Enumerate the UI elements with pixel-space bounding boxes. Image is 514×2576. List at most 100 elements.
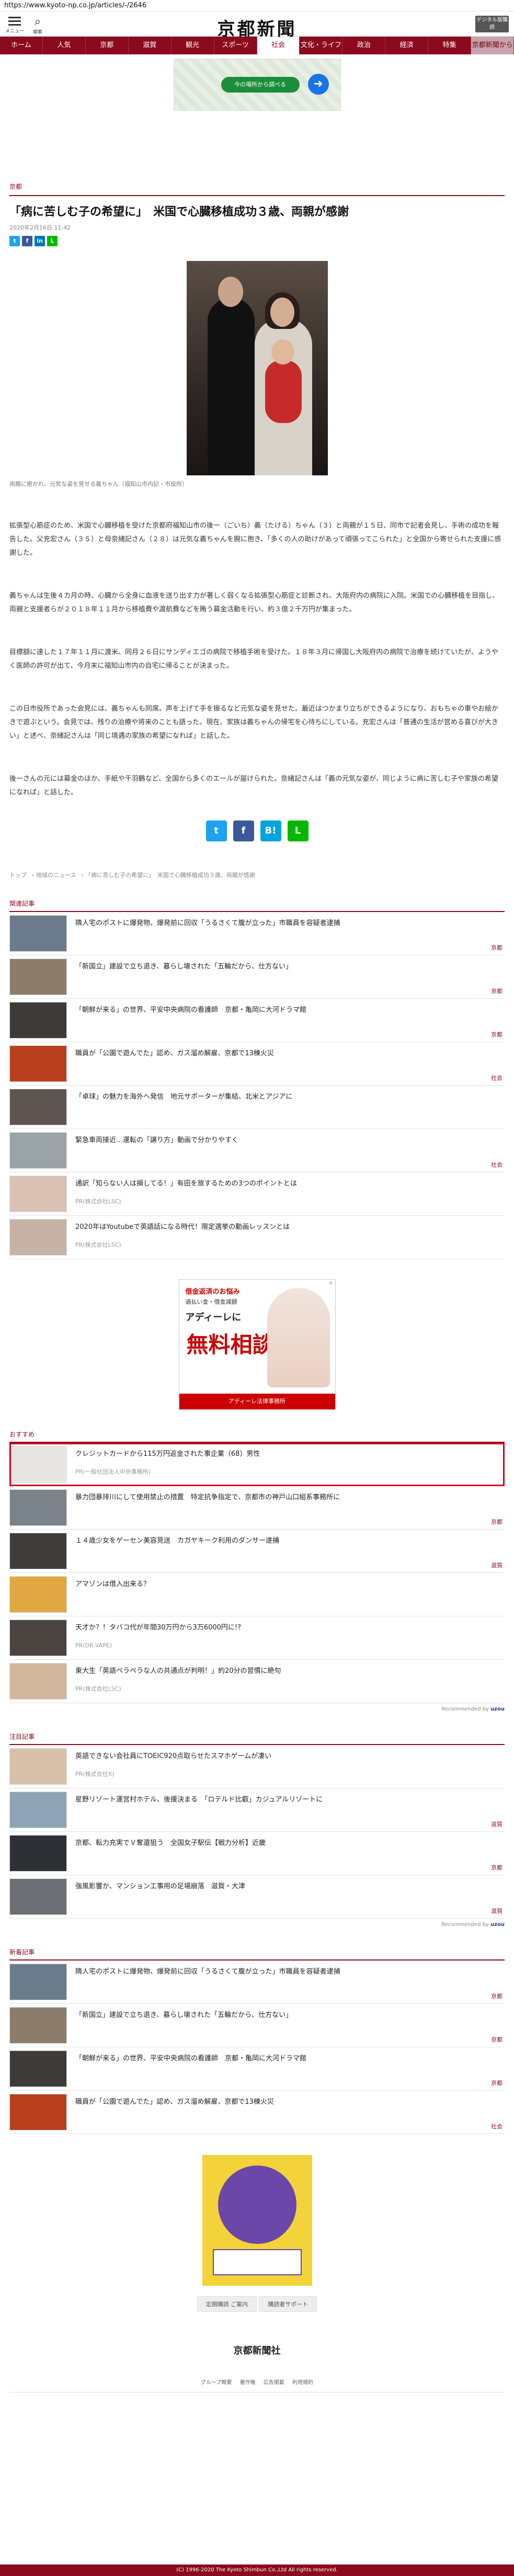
article-thumbnail: [9, 1089, 67, 1125]
footer-logo[interactable]: 京都新聞社: [9, 2343, 505, 2357]
linkedin-icon[interactable]: in: [35, 236, 45, 246]
subscription-info-button[interactable]: 定期購読 ご案内: [197, 2296, 257, 2312]
article-thumbnail: [9, 2007, 67, 2044]
ad-cta-button[interactable]: 今の場所から調べる: [221, 77, 300, 93]
article-paragraph: 目標額に達した１７年１１月に渡米、同月２６日にサンディエゴの病院で移植手術を受け…: [9, 648, 498, 670]
list-item[interactable]: 隣人宅のポストに爆発物、爆発前に回収「うるさくて腹が立った」市職員を容疑者逮捕京…: [9, 1961, 505, 2004]
footer-link[interactable]: 利用規約: [292, 2380, 313, 2386]
list-item[interactable]: 2020年はYoutubeで英語話になる時代！限定選挙の動画レッスンとは PR(株…: [9, 1216, 505, 1259]
footer-link[interactable]: 広告掲載: [264, 2380, 284, 2386]
list-item[interactable]: クレジットカードから115万円返金された事企業（68）男性 PR(一般社団法人中央…: [9, 1443, 505, 1486]
list-item[interactable]: 「新国立」建設で立ち退き、暮らし壊された「五輪だから、仕方ない」 京都: [9, 2004, 505, 2047]
list-item[interactable]: 職員が「公園で遊んでた」認め、ガス溜め解雇、京都で13棟火災 社会: [9, 2091, 505, 2134]
subscriber-support-button[interactable]: 購読者サポート: [259, 2296, 317, 2312]
site-header: メニュー ⌕ 検索 京都新聞 デジタル版購読: [0, 12, 514, 40]
featured-credit[interactable]: Recommended by uzou: [9, 1922, 505, 1928]
footer-link[interactable]: グループ概要: [201, 2380, 232, 2386]
list-item-title: 隣人宅のポストに爆発物、爆発前に回収「うるさくて腹が立った」市職員を容疑者逮捕: [75, 919, 340, 927]
article-thumbnail: [9, 1176, 67, 1212]
category-tag: 京都: [491, 1031, 502, 1038]
article-title: 「病に苦しむ子の希望に」 米国で心臓移植成功３歳、両親が感謝: [9, 206, 349, 219]
list-item[interactable]: 京都、転力充実でＶ奪還狙う 全国女子駅伝【戦力分析】近畿 京都: [9, 1832, 505, 1875]
list-item[interactable]: 「新国立」建設で立ち退き、暮らし壊された「五輪だから、仕方ない」 京都: [9, 955, 505, 999]
article-thumbnail: [9, 1002, 67, 1039]
ad-bottom-bar: アディーレ法律事務所: [179, 1394, 335, 1409]
pr-label: PR(株式会社LSC): [75, 1685, 121, 1692]
recommended-articles: おすすめ クレジットカードから115万円返金された事企業（68）男性 PR(一般社…: [9, 1430, 505, 1712]
line-icon[interactable]: L: [287, 820, 309, 841]
category-tag: 滋賀: [491, 1908, 502, 1914]
list-item-title: 職員が「公園で遊んでた」認め、ガス溜め解雇、京都で13棟火災: [75, 1050, 274, 1057]
subscribe-button[interactable]: デジタル版購読: [475, 16, 509, 32]
list-item-title-text: 通訳「知らない人は損してる！」有田を旅するための3つのポイントとは: [75, 1180, 297, 1188]
category-tag: 滋賀: [491, 1562, 502, 1569]
article-paragraph: 拡張型心筋症のため、米国で心臓移植を受けた京都府福知山市の後ー（ごいち）義（たけ…: [9, 522, 501, 557]
ad-graphic: [218, 2165, 296, 2244]
ad-line2: 過払い金・借金減額: [185, 1298, 237, 1305]
latest-heading: 新着記事: [9, 1947, 505, 1961]
site-logo[interactable]: 京都新聞: [0, 15, 514, 40]
facebook-icon[interactable]: f: [22, 236, 32, 246]
pr-label: PR(株式会社LSC): [75, 1241, 121, 1248]
article-thumbnail: [9, 1748, 67, 1785]
pr-label: PR(DR.VAPE): [75, 1642, 112, 1649]
bottom-display-ad[interactable]: [202, 2155, 312, 2286]
list-item[interactable]: １４歳少女をゲーセン美容見送 カガヤキーク利用のダンサー遂捕 滋賀: [9, 1530, 505, 1573]
browser-url[interactable]: https://www.kyoto-np.co.jp/articles/-/26…: [0, 0, 514, 12]
line-icon[interactable]: L: [47, 236, 58, 246]
ad-close-icon[interactable]: ✕: [328, 1281, 333, 1286]
top-banner-ad[interactable]: 今の場所から調べる ➜: [173, 59, 341, 111]
ad-text-panel: [212, 2249, 302, 2275]
list-item-title: 「卓球」の魅力を海外へ発信 地元サポーターが集結、北米とアジアに: [75, 1093, 293, 1101]
list-item-title-text: 英語できない会社員にTOEIC920点取らせたスマホゲームが凄い: [75, 1752, 272, 1760]
article-thumbnail: [9, 2094, 67, 2130]
mid-display-ad[interactable]: ✕ 借金返済のお悩み 過払い金・借金減額 アディーレに 無料相談 アディーレ法律…: [178, 1279, 336, 1410]
article-section-label[interactable]: 京都: [9, 182, 505, 196]
list-item-title: 暴力団暴排川にして使用禁止の措置 特定抗争指定で、京都市の神戸山口組系事務所に: [75, 1494, 340, 1501]
category-tag: 滋賀: [491, 1821, 502, 1828]
twitter-icon[interactable]: t: [9, 236, 20, 246]
article-thumbnail: [9, 1219, 67, 1256]
copyright-bar: (C) 1996-2020 The Kyoto Shimbun Co.,Ltd …: [0, 2564, 514, 2576]
list-item[interactable]: 暴力団暴排川にして使用禁止の措置 特定抗争指定で、京都市の神戸山口組系事務所に京…: [9, 1486, 505, 1530]
list-item[interactable]: 「朝鮮が来る」の世界、平安中央病院の看護師 京都・亀岡に大河ドラマ館 京都: [9, 999, 505, 1042]
category-tag: 京都: [491, 2080, 502, 2087]
list-item[interactable]: 強風影響か、マンション工事用の足場崩落 滋賀・大津滋賀: [9, 1875, 505, 1919]
hatena-bookmark-icon[interactable]: B!: [260, 820, 281, 841]
list-item[interactable]: 東大生「英語ペラペラな人の共通点が判明！」約20分の習慣に絶句 PR(株式会社LS…: [9, 1660, 505, 1703]
list-item[interactable]: 「朝鮮が来る」の世界、平安中央病院の看護師 京都・亀岡に大河ドラマ館 京都: [9, 2047, 505, 2091]
list-item-title: 「新国立」建設で立ち退き、暮らし壊された「五輪だから、仕方ない」: [75, 963, 293, 971]
twitter-icon[interactable]: t: [205, 820, 227, 841]
pr-label: PR(株式会社X): [75, 1771, 115, 1777]
latest-articles: 新着記事 隣人宅のポストに爆発物、爆発前に回収「うるさくて腹が立った」市職員を容…: [9, 1947, 505, 2134]
breadcrumb-item[interactable]: トップ: [9, 872, 27, 879]
ad-line1: 借金返済のお悩み: [185, 1288, 240, 1296]
list-item-title: 強風影響か、マンション工事用の足場崩落 滋賀・大津: [75, 1883, 245, 1890]
list-item[interactable]: 星野リゾート運営村ホテル、後援決まる 「ロテルド比叡」カジュアルリゾートに 滋賀: [9, 1788, 505, 1832]
list-item[interactable]: 英語できない会社員にTOEIC920点取らせたスマホゲームが凄い PR(株式会社X…: [9, 1745, 505, 1788]
article-thumbnail: [9, 915, 67, 952]
category-tag: 京都: [491, 1864, 502, 1871]
list-item-title: 東大生「英語ペラペラな人の共通点が判明！」約20分の習慣に絶句 PR(株式会社LS…: [75, 1663, 281, 1700]
article-thumbnail: [9, 959, 67, 995]
list-item[interactable]: 緊急車両接近…運転の「譲り方」動画で分かりやすく 社会: [9, 1129, 505, 1172]
list-item[interactable]: アマゾンは借入出来る？: [9, 1573, 505, 1616]
list-item[interactable]: 天才か？！タバコ代が年間30万円から3万6000円に!? PR(DR.VAPE): [9, 1616, 505, 1660]
list-item[interactable]: 職員が「公園で遊んでた」認め、ガス溜め解雇、京都で13棟火災 社会: [9, 1042, 505, 1086]
list-item[interactable]: 隣人宅のポストに爆発物、爆発前に回収「うるさくて腹が立った」市職員を容疑者逮捕京…: [9, 912, 505, 955]
list-item[interactable]: 「卓球」の魅力を海外へ発信 地元サポーターが集結、北米とアジアに: [9, 1086, 505, 1129]
related-articles: 関連記事 隣人宅のポストに爆発物、爆発前に回収「うるさくて腹が立った」市職員を容…: [9, 899, 505, 1259]
article-body: 拡張型心筋症のため、米国で心臓移植を受けた京都府福知山市の後ー（ごいち）義（たけ…: [9, 519, 505, 800]
list-item[interactable]: 通訳「知らない人は損してる！」有田を旅するための3つのポイントとは PR(株式会社…: [9, 1172, 505, 1216]
facebook-icon[interactable]: f: [233, 820, 254, 841]
list-item-title: 英語できない会社員にTOEIC920点取らせたスマホゲームが凄い PR(株式会社X…: [75, 1748, 271, 1785]
breadcrumb-item[interactable]: 地域のニュース: [36, 872, 76, 879]
article-photo[interactable]: [186, 261, 328, 475]
photo-father: [207, 298, 255, 475]
article-thumbnail: [9, 2050, 67, 2087]
category-tag: 社会: [491, 1161, 502, 1168]
list-item-title: 隣人宅のポストに爆発物、爆発前に回収「うるさくて腹が立った」市職員を容疑者逮捕: [75, 1968, 340, 1976]
footer-link[interactable]: 著作権: [240, 2380, 256, 2386]
directions-icon: ➜: [307, 74, 329, 95]
recommend-credit[interactable]: Recommended by uzou: [9, 1706, 505, 1712]
